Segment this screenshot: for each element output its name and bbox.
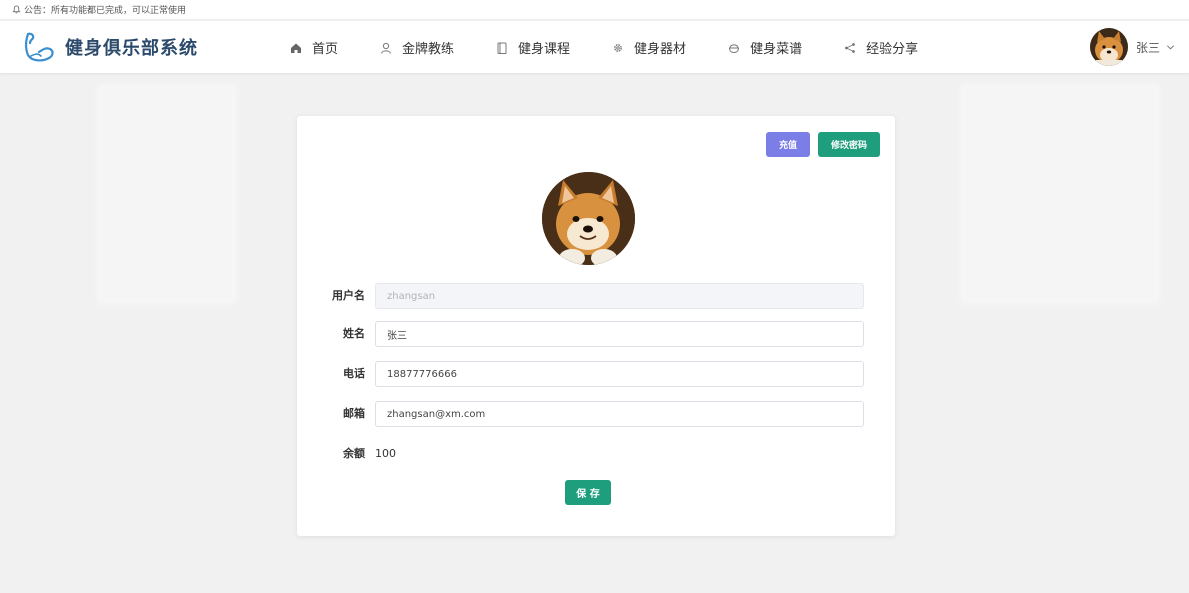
book-icon (496, 42, 508, 54)
avatar[interactable] (1089, 28, 1128, 66)
form-row-username: 用户名 (297, 283, 895, 309)
background-panel (97, 84, 237, 304)
gear-icon (612, 42, 624, 54)
notice-text: 公告：所有功能都已完成，可以正常使用 (24, 6, 187, 16)
nav-label: 健身课程 (518, 42, 571, 57)
nav-label: 经验分享 (866, 42, 919, 57)
bell-icon (12, 5, 21, 14)
nav-item-equipment[interactable]: 健身器材 (612, 38, 686, 57)
username-label: 用户名 (332, 289, 365, 302)
brand[interactable]: 健身俱乐部系统 (22, 30, 198, 64)
change-password-button[interactable]: 修改密码 (818, 132, 880, 157)
email-label: 邮箱 (343, 407, 365, 420)
nav-label: 健身菜谱 (750, 42, 803, 57)
balance-label: 余额 (343, 447, 365, 460)
user-icon (380, 42, 392, 54)
username-field (375, 283, 864, 309)
background-panel (960, 84, 1160, 304)
phone-label: 电话 (343, 367, 365, 380)
balance-value: 100 (375, 447, 396, 460)
profile-avatar[interactable] (542, 172, 635, 265)
nav-item-home[interactable]: 首页 (290, 38, 338, 57)
form-row-balance: 余额 100 (297, 441, 895, 467)
form-row-phone: 电话 (297, 361, 895, 387)
phone-field[interactable] (375, 361, 864, 387)
main-nav: 首页 金牌教练 健身课程 健身器材 健身菜谱 经验分享 (290, 21, 960, 74)
recharge-button[interactable]: 充值 (766, 132, 810, 157)
chevron-down-icon (1166, 44, 1175, 50)
muscle-arm-icon (25, 32, 54, 62)
nav-item-courses[interactable]: 健身课程 (496, 38, 570, 57)
nav-item-coaches[interactable]: 金牌教练 (380, 38, 454, 57)
top-header: 健身俱乐部系统 首页 金牌教练 健身课程 健身器材 健身菜谱 经验分享 张三 (0, 21, 1189, 74)
form-row-name: 姓名 (297, 321, 895, 347)
share-icon (844, 42, 856, 54)
user-name: 张三 (1135, 40, 1160, 55)
home-icon (290, 42, 302, 54)
nav-item-share[interactable]: 经验分享 (844, 38, 918, 57)
name-label: 姓名 (343, 327, 365, 340)
profile-card: 充值 修改密码 用户名 姓名 电话 邮箱 (297, 116, 895, 536)
name-field[interactable] (375, 321, 864, 347)
save-button[interactable]: 保 存 (565, 480, 611, 505)
notice-bar: 公告：所有功能都已完成，可以正常使用 (0, 0, 1189, 20)
nav-label: 金牌教练 (402, 42, 455, 57)
email-field[interactable] (375, 401, 864, 427)
brand-title: 健身俱乐部系统 (65, 38, 198, 59)
shiba-dog-icon (1089, 28, 1128, 66)
form-row-email: 邮箱 (297, 401, 895, 427)
nav-item-recipes[interactable]: 健身菜谱 (728, 38, 802, 57)
user-menu[interactable]: 张三 (1089, 28, 1175, 66)
nav-label: 健身器材 (634, 42, 687, 57)
nav-label: 首页 (312, 42, 339, 57)
shiba-dog-icon (542, 172, 635, 265)
bowl-icon (728, 42, 740, 54)
